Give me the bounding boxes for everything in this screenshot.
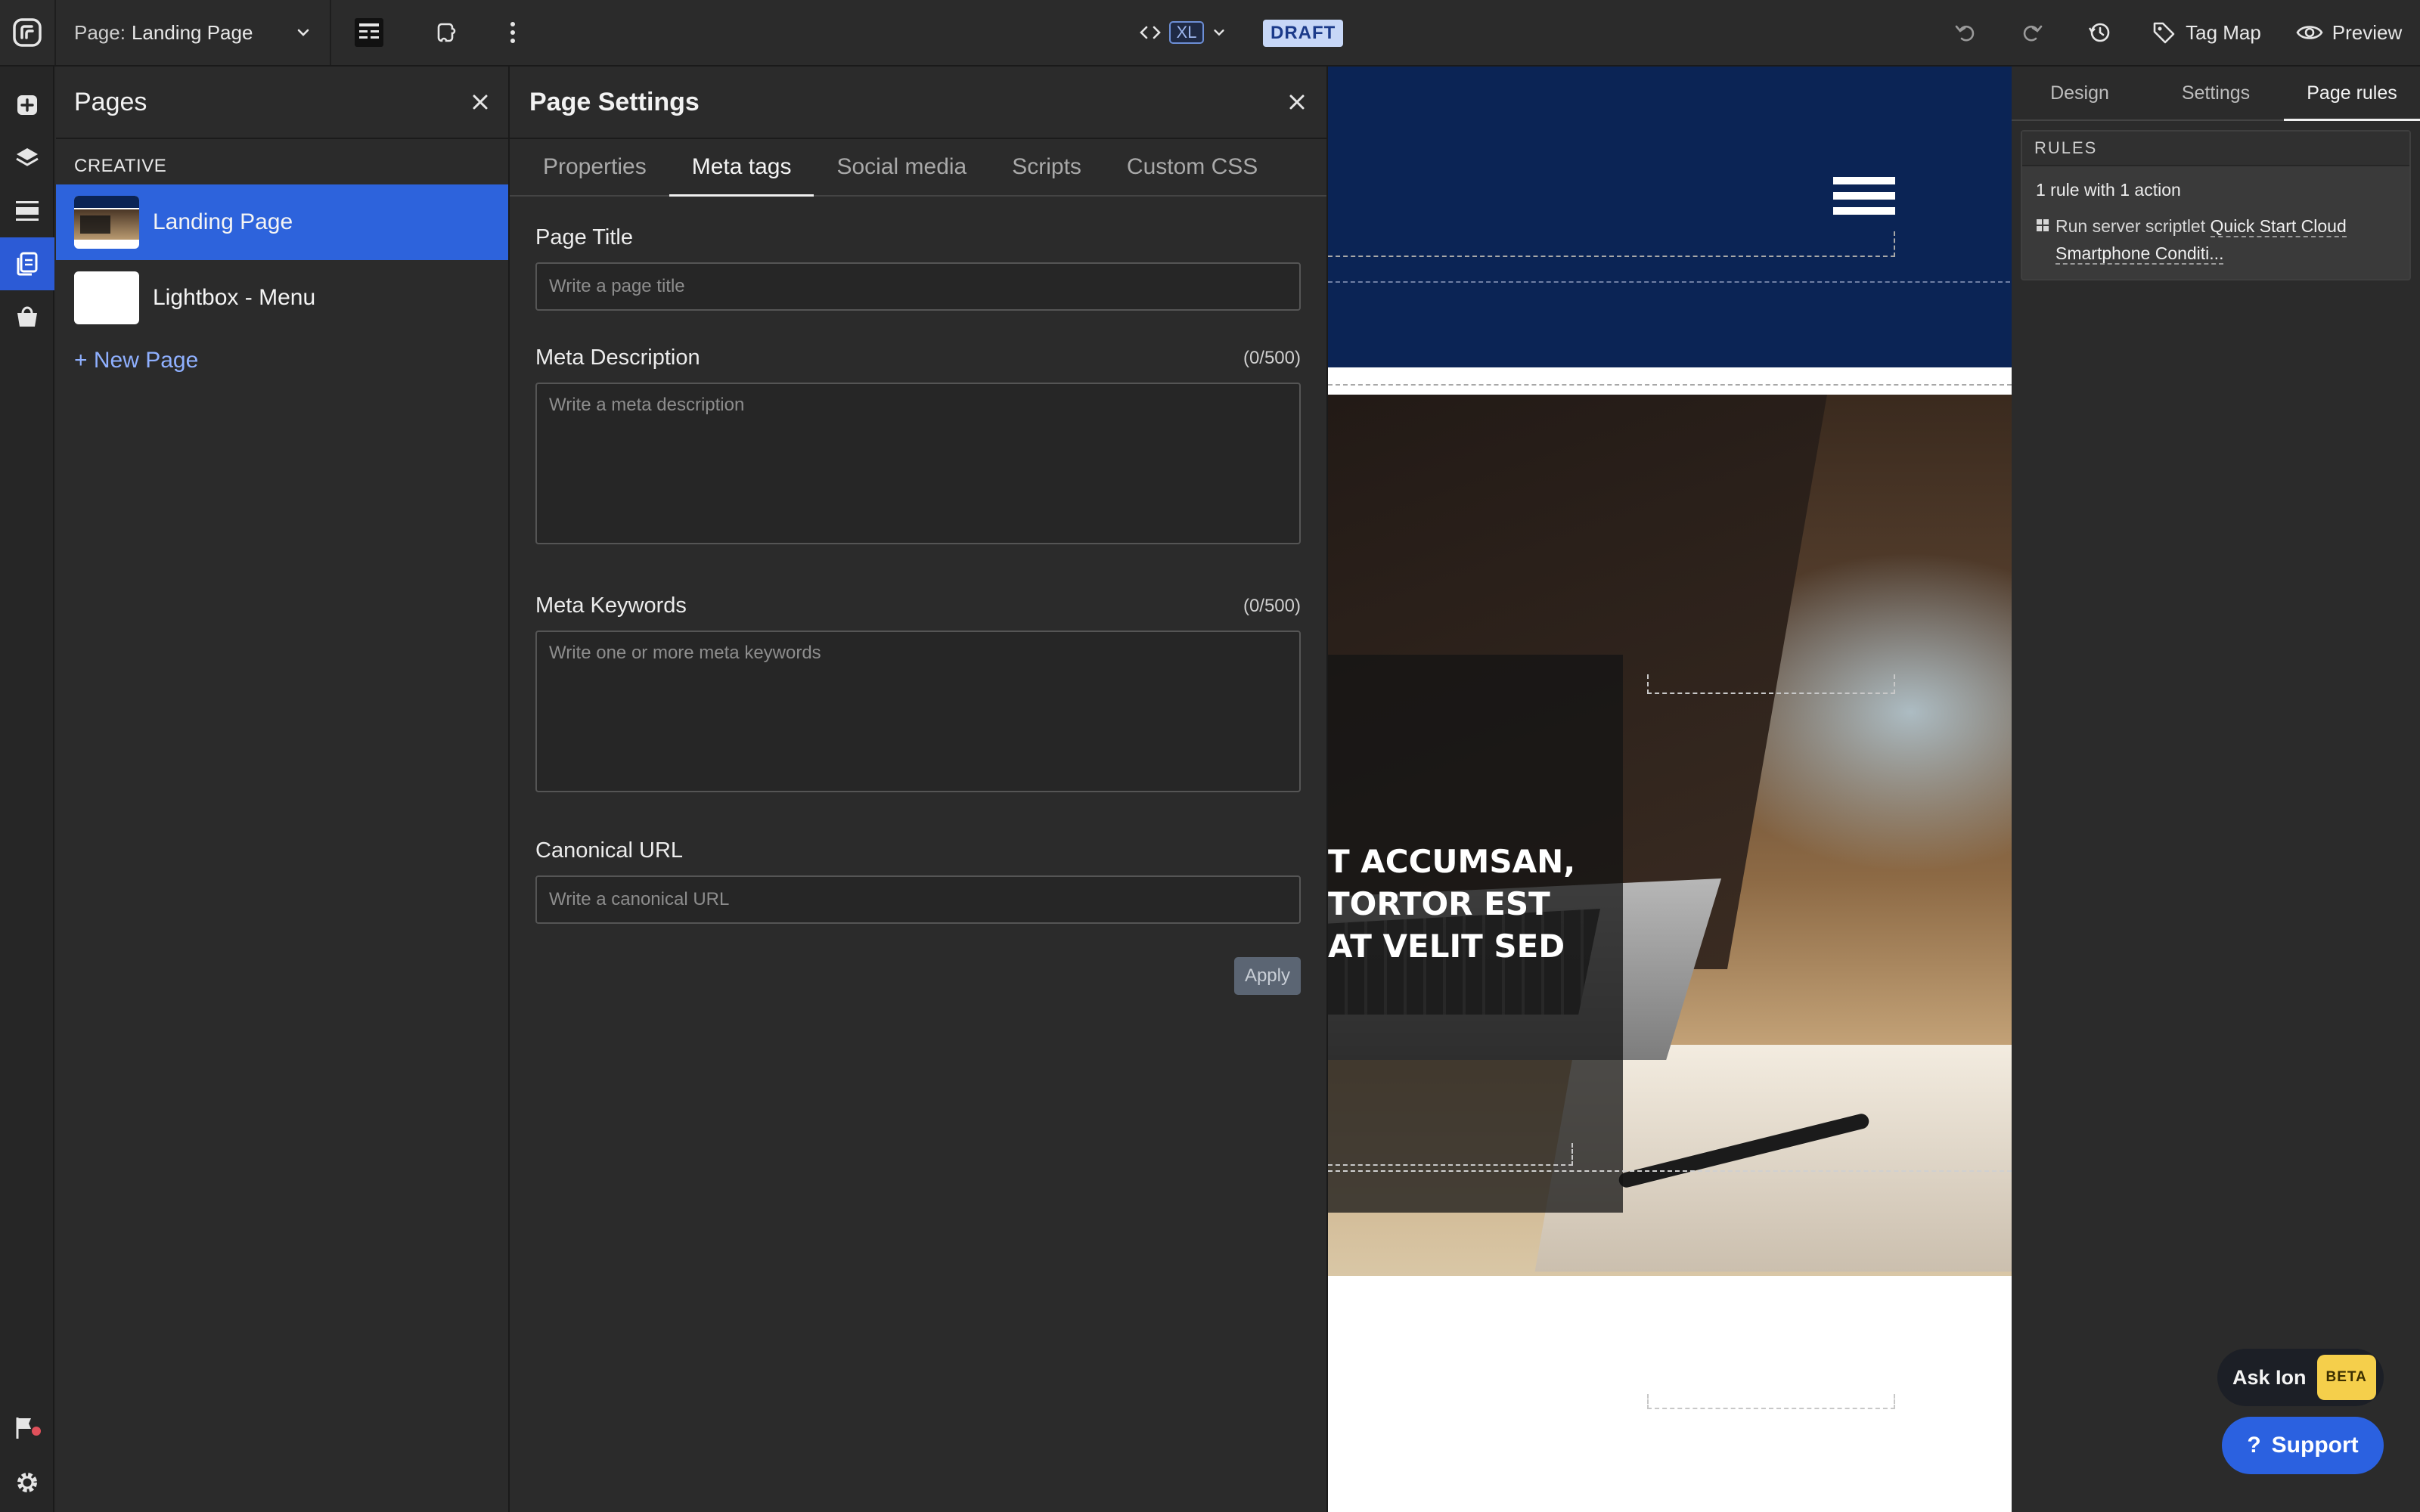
pages-panel: Pages CREATIVE Landing Page Lightbox - M… — [56, 67, 510, 1512]
rule-action-prefix: Run server scriptlet — [2055, 216, 2206, 236]
support-label: Support — [2271, 1433, 2359, 1458]
beta-badge: BETA — [2316, 1355, 2376, 1400]
right-inspector-panel: Design Settings Page rules RULES 1 rule … — [2012, 67, 2420, 1512]
meta-description-textarea[interactable] — [535, 383, 1301, 544]
page-selector[interactable]: Page: Landing Page — [56, 0, 330, 65]
page-thumbnail — [74, 271, 139, 324]
rules-card: RULES 1 rule with 1 action Run server sc… — [2021, 130, 2411, 280]
ask-ion-label: Ask Ion — [2232, 1365, 2307, 1389]
redo-icon[interactable] — [2012, 0, 2054, 65]
close-icon[interactable] — [1287, 92, 1307, 112]
page-settings-panel: Page Settings Properties Meta tags Socia… — [510, 67, 1328, 1512]
tag-map-button[interactable]: Tag Map — [2145, 0, 2267, 65]
tab-page-rules[interactable]: Page rules — [2284, 67, 2420, 121]
history-icon[interactable] — [2078, 0, 2121, 65]
meta-keywords-textarea[interactable] — [535, 631, 1301, 792]
tab-scripts[interactable]: Scripts — [989, 139, 1104, 195]
top-toolbar: Page: Landing Page XL DRAFT Tag Map Prev… — [0, 0, 2420, 67]
breakpoint-badge: XL — [1168, 21, 1205, 44]
hero-section[interactable]: T ACCUMSAN, TORTOR EST AT VELIT SED — [1328, 395, 2012, 1276]
pages-panel-title: Pages — [74, 87, 147, 116]
draft-status-badge: DRAFT — [1263, 20, 1344, 47]
tab-social-media[interactable]: Social media — [814, 139, 989, 195]
sections-icon[interactable] — [0, 184, 54, 237]
page-settings-title: Page Settings — [529, 87, 700, 116]
layout-icon[interactable] — [340, 0, 398, 65]
page-item-lightbox-menu[interactable]: Lightbox - Menu — [56, 260, 508, 336]
eye-icon — [2296, 23, 2323, 42]
meta-description-counter: (0/500) — [1243, 347, 1301, 368]
tab-settings[interactable]: Settings — [2148, 67, 2284, 119]
tag-icon — [2151, 20, 2176, 45]
canonical-url-label: Canonical URL — [535, 838, 684, 863]
new-page-link[interactable]: + New Page — [56, 336, 508, 386]
hero-heading[interactable]: T ACCUMSAN, TORTOR EST AT VELIT SED — [1328, 841, 1630, 968]
grid-icon — [2036, 218, 2049, 267]
tag-map-label: Tag Map — [2186, 20, 2261, 44]
apply-button[interactable]: Apply — [1233, 957, 1301, 995]
chevron-down-icon — [1212, 25, 1227, 40]
tab-properties[interactable]: Properties — [520, 139, 669, 195]
layers-icon[interactable] — [0, 132, 54, 184]
pages-icon[interactable] — [0, 237, 54, 290]
canonical-url-input[interactable] — [535, 875, 1301, 924]
preview-button[interactable]: Preview — [2288, 0, 2409, 65]
chevron-down-icon — [295, 24, 312, 41]
page-thumbnail — [74, 196, 139, 249]
logo-icon[interactable] — [0, 0, 54, 65]
rules-header: RULES — [2022, 132, 2409, 166]
left-rail — [0, 67, 54, 1512]
meta-description-label: Meta Description — [535, 345, 700, 370]
meta-keywords-counter: (0/500) — [1243, 595, 1301, 616]
page-item-landing-page[interactable]: Landing Page — [56, 184, 508, 260]
page-selector-value: Landing Page — [131, 20, 253, 44]
plugin-icon[interactable] — [419, 0, 476, 65]
page-title-label: Page Title — [535, 225, 633, 249]
page-selector-label: Page: — [74, 20, 126, 44]
tab-meta-tags[interactable]: Meta tags — [669, 139, 814, 197]
settings-gear-icon[interactable] — [0, 1456, 54, 1509]
tab-design[interactable]: Design — [2012, 67, 2148, 119]
meta-tags-form: Page Title Meta Description (0/500) Meta… — [510, 197, 1326, 995]
page-item-label: Lightbox - Menu — [153, 285, 316, 310]
undo-icon[interactable] — [1944, 0, 1986, 65]
page-item-label: Landing Page — [153, 209, 293, 234]
flag-icon[interactable] — [0, 1402, 54, 1455]
hamburger-menu-icon[interactable] — [1833, 177, 1895, 215]
page-group-label: CREATIVE — [74, 156, 167, 176]
help-icon: ? — [2247, 1433, 2261, 1458]
close-icon[interactable] — [470, 92, 490, 112]
breakpoint-selector[interactable]: XL — [1130, 0, 1236, 65]
ask-ion-button[interactable]: Ask Ion BETA — [2217, 1349, 2384, 1406]
support-button[interactable]: ? Support — [2222, 1417, 2384, 1474]
meta-keywords-label: Meta Keywords — [535, 593, 687, 618]
inspector-tabs: Design Settings Page rules — [2012, 67, 2420, 121]
more-vertical-icon[interactable] — [490, 0, 535, 65]
add-element-icon[interactable] — [0, 79, 54, 132]
code-icon — [1139, 24, 1162, 41]
page-settings-tabs: Properties Meta tags Social media Script… — [510, 139, 1326, 197]
page-title-input[interactable] — [535, 262, 1301, 311]
page-canvas-preview[interactable]: T ACCUMSAN, TORTOR EST AT VELIT SED — [1328, 67, 2012, 1512]
store-icon[interactable] — [0, 290, 54, 343]
preview-label: Preview — [2332, 20, 2403, 44]
rules-count: 1 rule with 1 action — [2036, 180, 2181, 200]
rule-action[interactable]: Run server scriptlet Quick Start Cloud S… — [2036, 212, 2396, 267]
header-section[interactable] — [1328, 67, 2012, 367]
tab-custom-css[interactable]: Custom CSS — [1104, 139, 1280, 195]
